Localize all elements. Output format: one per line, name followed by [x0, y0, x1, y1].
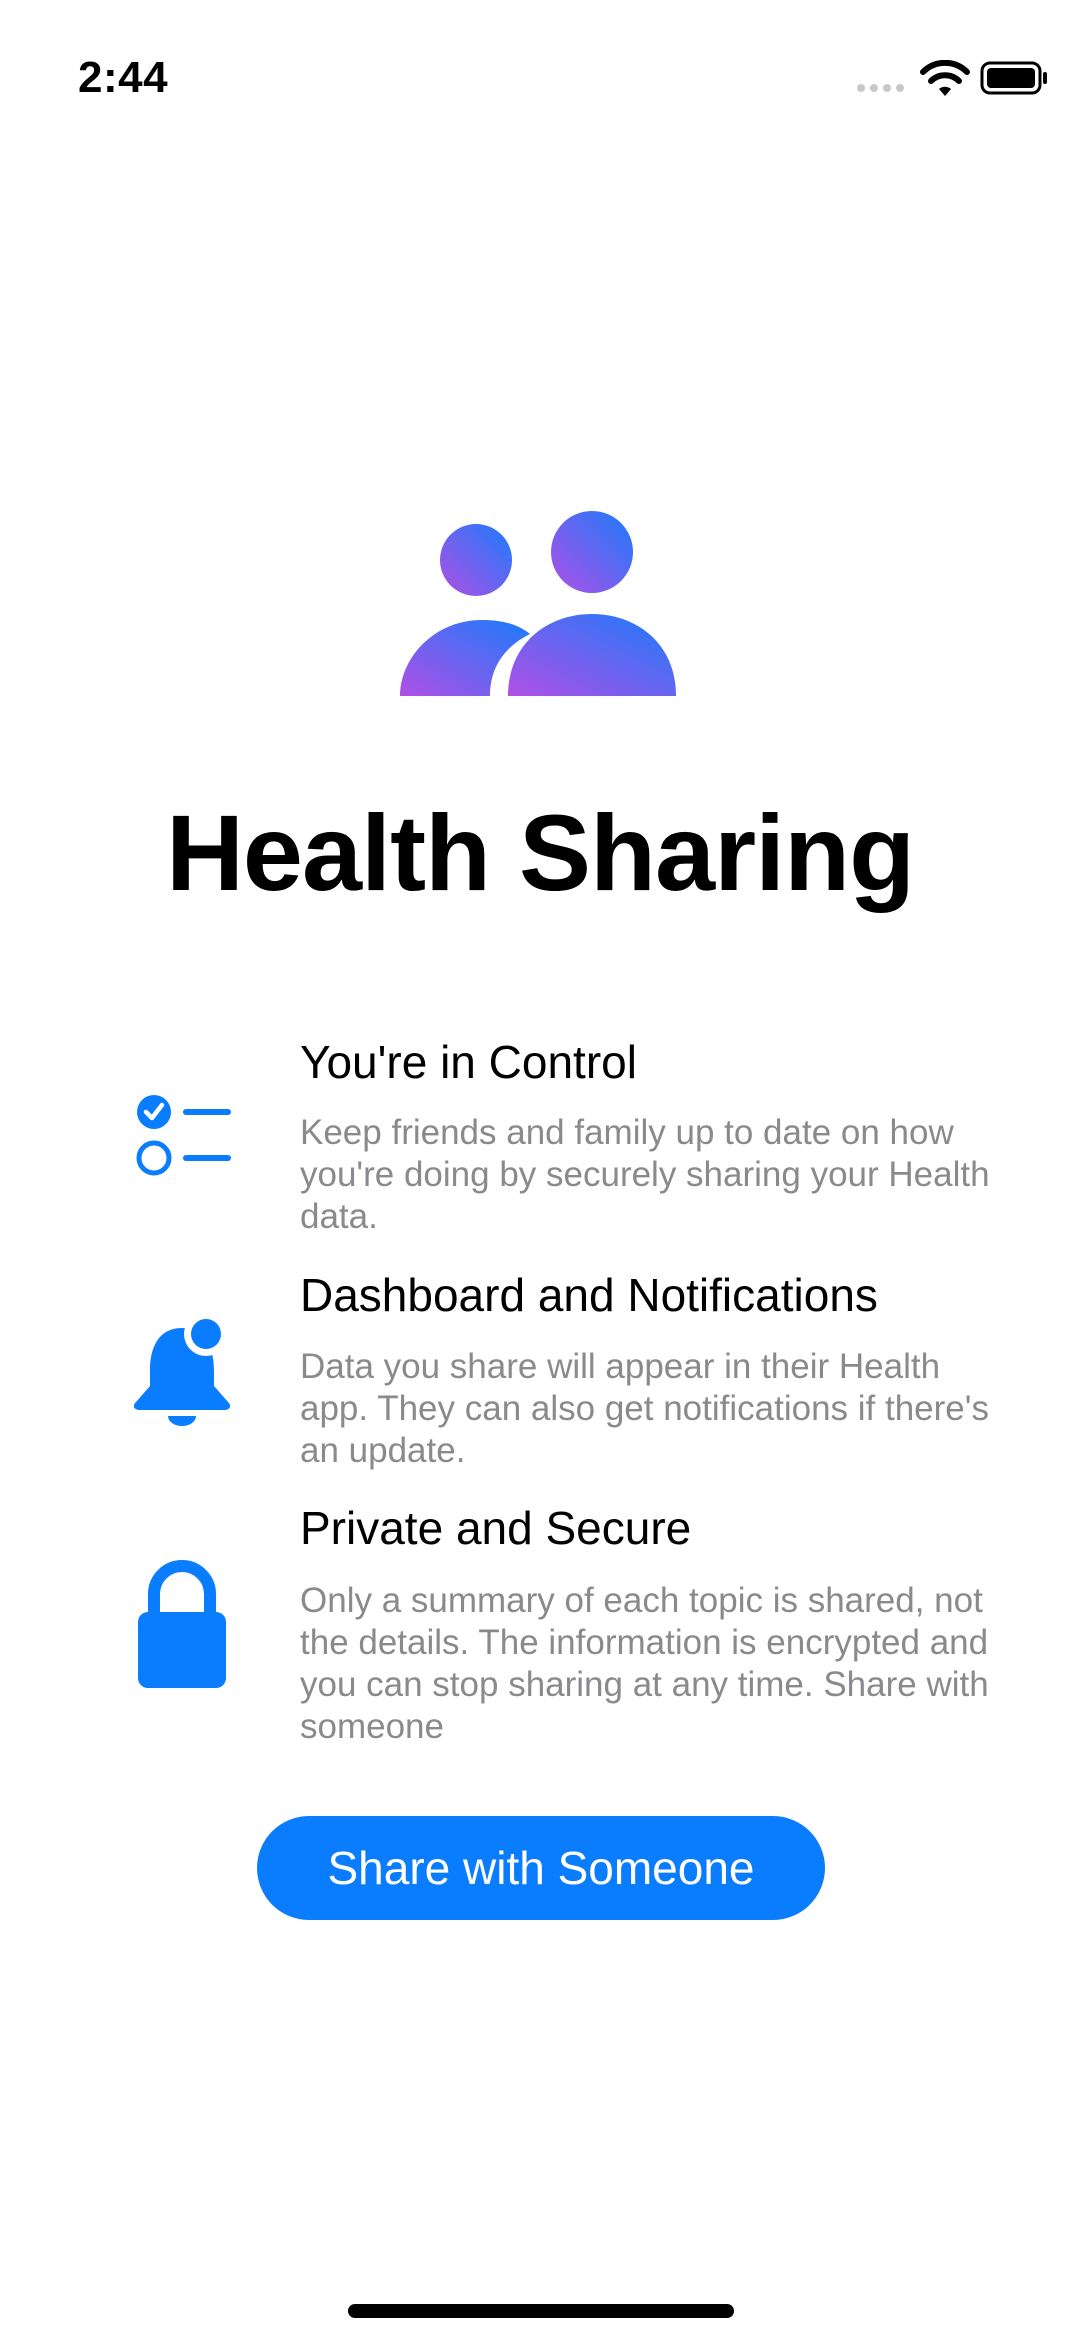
feature-text-dashboard: Data you share will appear in their Heal…: [300, 1347, 989, 1470]
checklist-icon: [136, 1095, 231, 1176]
feature-heading-control: You're in Control: [300, 1036, 637, 1088]
feature-text-control: Keep friends and family up to date on ho…: [300, 1113, 990, 1236]
feature-heading-private: Private and Secure: [300, 1502, 692, 1554]
bell-badge-icon: [133, 1312, 231, 1426]
cellular-signal-icon: [857, 84, 904, 92]
lock-icon: [138, 1560, 226, 1688]
wifi-icon: [920, 60, 970, 96]
feature-text-private: Only a summary of each topic is shared, …: [300, 1581, 989, 1746]
share-with-someone-button[interactable]: Share with Someone: [257, 1816, 825, 1920]
home-indicator[interactable]: [348, 2304, 734, 2318]
battery-icon: [980, 61, 1047, 95]
page-title: Health Sharing: [165, 792, 915, 913]
status-time: 2:44: [78, 53, 169, 102]
feature-heading-dashboard: Dashboard and Notifications: [300, 1269, 878, 1321]
people-icon: [400, 511, 676, 696]
